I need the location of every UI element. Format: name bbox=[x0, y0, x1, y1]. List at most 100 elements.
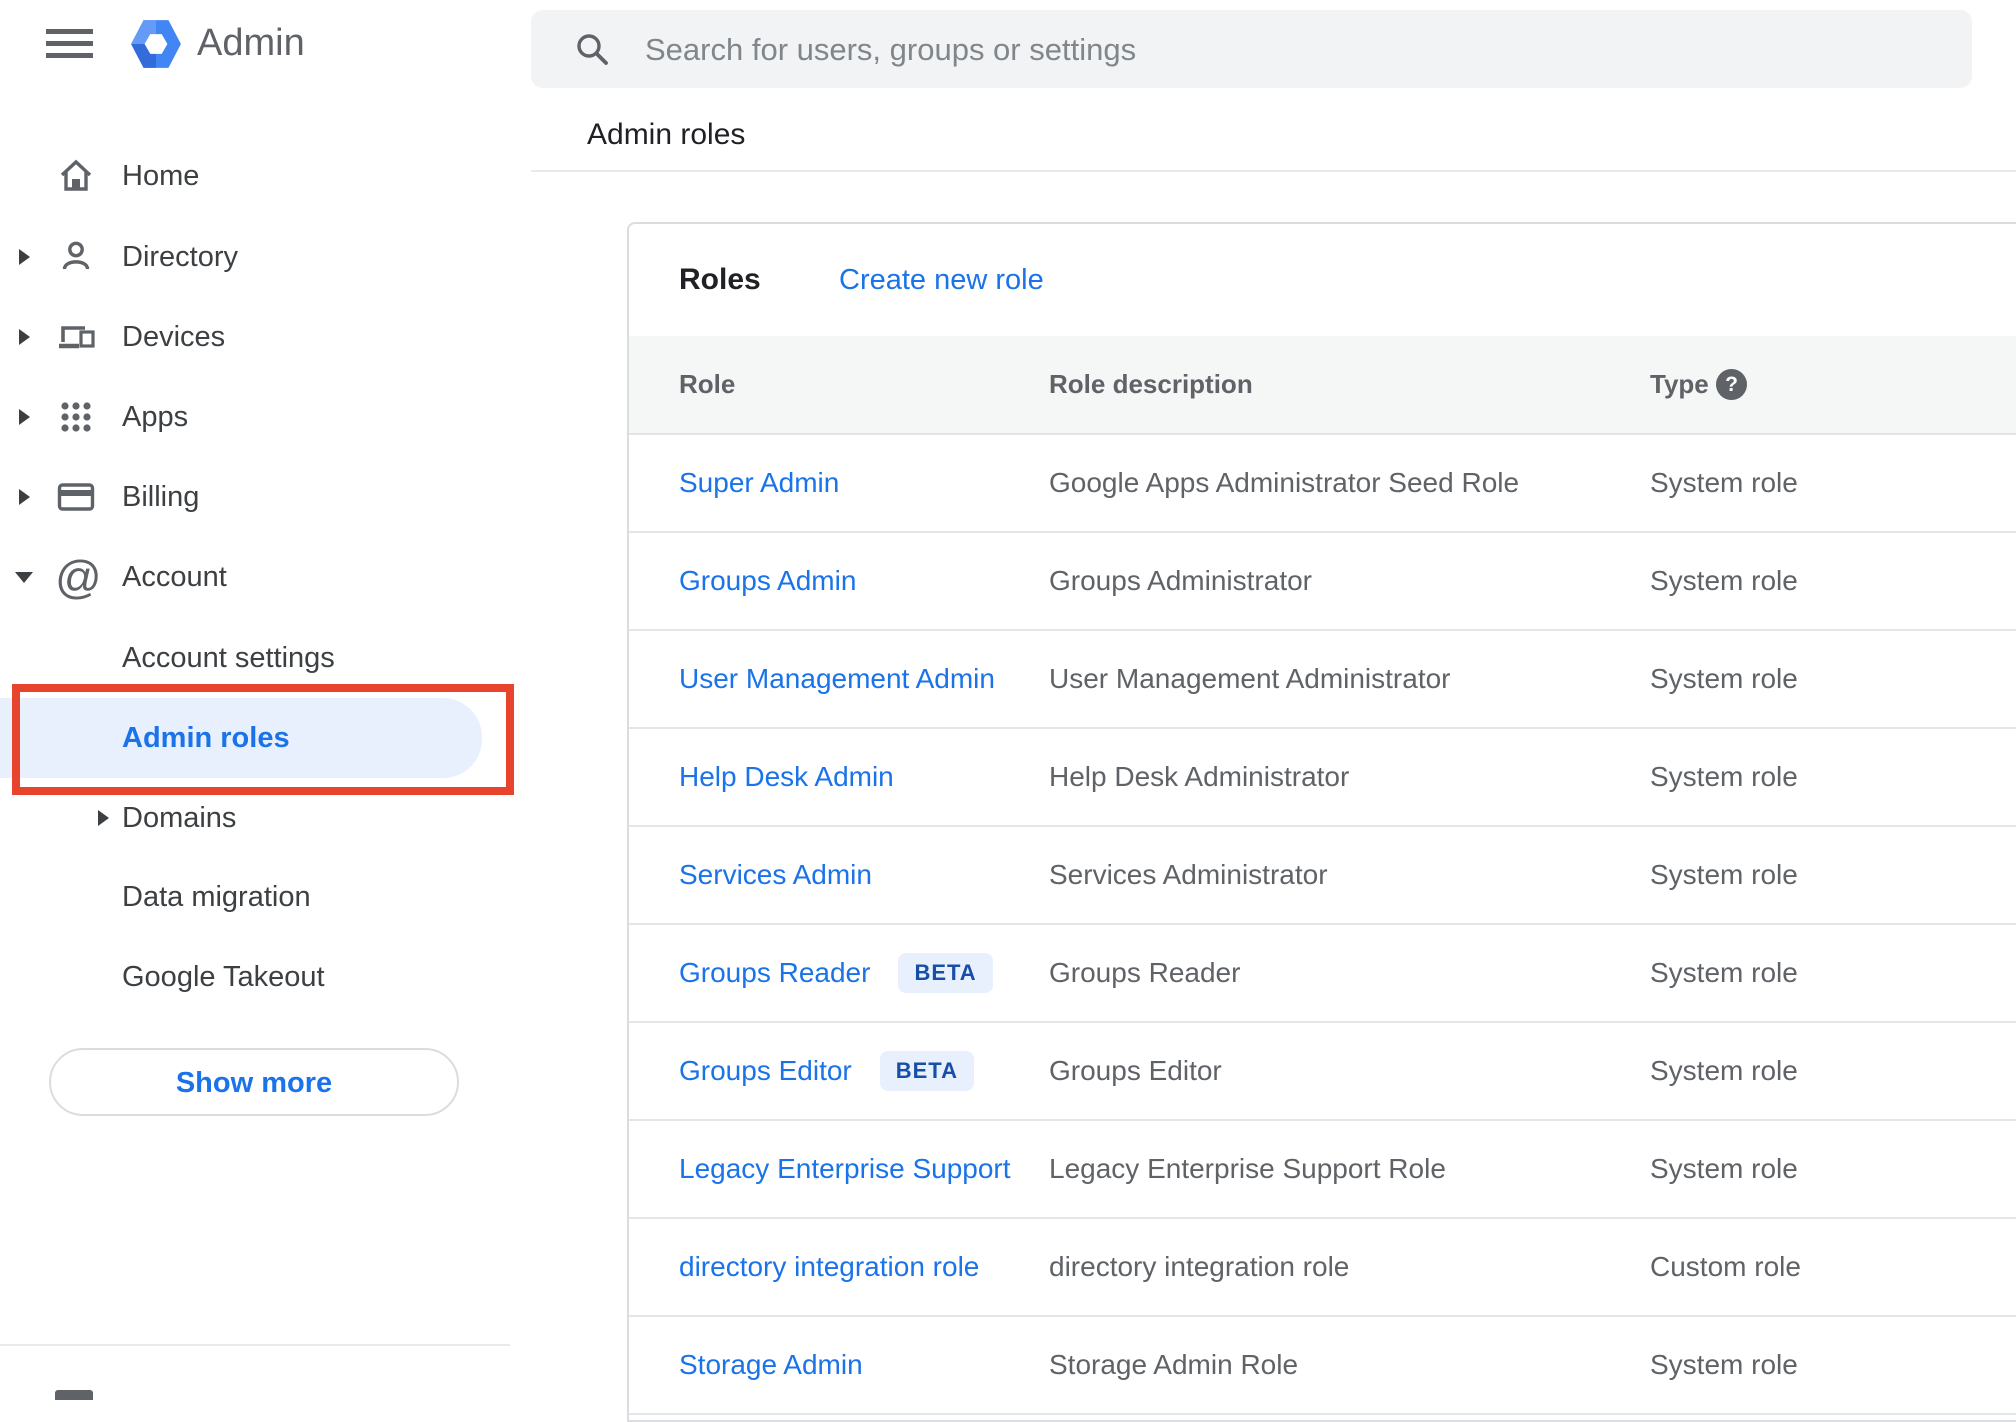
role-type-cell: System role bbox=[1650, 565, 1798, 596]
role-description-cell: Help Desk Administrator bbox=[1049, 761, 1350, 792]
table-row: Services Admin Services Administrator Syst… bbox=[629, 827, 2016, 925]
role-description-cell: Legacy Enterprise Support Role bbox=[1049, 1153, 1446, 1184]
menu-icon[interactable] bbox=[46, 29, 93, 59]
column-header-role: Role bbox=[679, 369, 736, 399]
chevron-right-icon[interactable] bbox=[19, 489, 30, 505]
column-header-type: Type bbox=[1650, 369, 1709, 399]
role-link[interactable]: Help Desk Admin bbox=[679, 761, 894, 793]
role-type-cell: Custom role bbox=[1650, 1251, 1801, 1282]
role-cell: Groups Admin bbox=[679, 565, 856, 597]
role-link[interactable]: User Management Admin bbox=[679, 663, 995, 695]
chevron-right-icon[interactable] bbox=[19, 329, 30, 345]
role-cell: directory integration role bbox=[679, 1251, 979, 1283]
beta-badge: BETA bbox=[879, 1051, 975, 1091]
home-icon bbox=[60, 159, 92, 191]
role-cell: Services Admin bbox=[679, 859, 872, 891]
role-description-cell: Google Apps Administrator Seed Role bbox=[1049, 467, 1520, 498]
sidebar-item-data-migration[interactable]: Data migration bbox=[0, 857, 531, 937]
role-description-cell: Storage Admin Role bbox=[1049, 1349, 1299, 1380]
card-title: Roles bbox=[679, 263, 761, 296]
table-body: Super Admin Google Apps Administrator See… bbox=[629, 435, 2016, 1415]
beta-badge: BETA bbox=[898, 953, 993, 993]
at-sign-icon: @ bbox=[55, 551, 102, 603]
sidebar-item-label: Home bbox=[122, 160, 200, 192]
sidebar-item-home[interactable]: Home bbox=[0, 136, 531, 216]
sidebar-item-account[interactable]: @ Account bbox=[0, 537, 531, 617]
role-description-cell: Groups Reader bbox=[1049, 957, 1241, 988]
role-cell: User Management Admin bbox=[679, 663, 995, 695]
role-link[interactable]: Super Admin bbox=[679, 467, 839, 499]
breadcrumb: Admin roles bbox=[587, 118, 746, 151]
role-description-cell: Services Administrator bbox=[1049, 859, 1328, 890]
table-row: Groups Admin Groups Administrator System r… bbox=[629, 533, 2016, 631]
table-row: Storage Admin Storage Admin Role System ro… bbox=[629, 1317, 2016, 1415]
sidebar-item-label: Data migration bbox=[122, 881, 311, 913]
role-type-cell: System role bbox=[1650, 859, 1798, 890]
role-link[interactable]: Services Admin bbox=[679, 859, 872, 891]
roles-card: Roles Create new role Role Role descript… bbox=[627, 222, 2016, 1422]
sidebar-item-google-takeout[interactable]: Google Takeout bbox=[0, 937, 531, 1017]
role-link[interactable]: Storage Admin bbox=[679, 1349, 863, 1381]
table-header: Role Role description Type ? bbox=[629, 336, 2016, 435]
chevron-down-icon[interactable] bbox=[15, 572, 33, 583]
role-type-cell: System role bbox=[1650, 761, 1798, 792]
app-title: Admin bbox=[197, 22, 305, 64]
sidebar-item-label: Apps bbox=[122, 401, 189, 433]
table-row: directory integration role directory inte… bbox=[629, 1219, 2016, 1317]
role-link[interactable]: Groups Reader bbox=[679, 957, 870, 989]
sidebar-item-devices[interactable]: Devices bbox=[0, 297, 531, 377]
chevron-right-icon[interactable] bbox=[19, 409, 30, 425]
role-description-cell: Groups Editor bbox=[1049, 1055, 1222, 1086]
role-cell: Super Admin bbox=[679, 467, 839, 499]
annotation-box bbox=[12, 684, 514, 795]
search-input[interactable] bbox=[643, 10, 1927, 90]
sidebar-item-label: Billing bbox=[122, 481, 200, 513]
credit-card-icon bbox=[57, 483, 95, 511]
role-cell: Legacy Enterprise Support bbox=[679, 1153, 1011, 1185]
help-icon[interactable]: ? bbox=[1716, 369, 1747, 400]
role-type-cell: System role bbox=[1650, 1055, 1798, 1086]
role-description-cell: Groups Administrator bbox=[1049, 565, 1312, 596]
role-description-cell: User Management Administrator bbox=[1049, 663, 1451, 694]
sidebar-item-directory[interactable]: Directory bbox=[0, 217, 531, 297]
devices-icon bbox=[59, 326, 95, 349]
sidebar-item-label: Directory bbox=[122, 241, 239, 273]
content-divider bbox=[531, 170, 2016, 172]
table-row: Help Desk Admin Help Desk Administrator Sy… bbox=[629, 729, 2016, 827]
chevron-right-icon[interactable] bbox=[98, 810, 109, 826]
table-row: Groups Editor BETA Groups Editor System rol… bbox=[629, 1023, 2016, 1121]
sidebar-item-apps[interactable]: Apps bbox=[0, 377, 531, 457]
card-header: Roles Create new role bbox=[629, 224, 2016, 336]
sidebar-item-label: Account bbox=[122, 561, 227, 593]
clipped-icon bbox=[55, 1390, 93, 1400]
create-new-role-link[interactable]: Create new role bbox=[839, 224, 1044, 336]
role-type-cell: System role bbox=[1650, 1153, 1798, 1184]
chevron-right-icon[interactable] bbox=[19, 249, 30, 265]
person-icon bbox=[62, 241, 90, 270]
sidebar-item-label: Devices bbox=[122, 321, 226, 353]
apps-grid-icon bbox=[61, 402, 91, 432]
table-row: User Management Admin User Management Adm… bbox=[629, 631, 2016, 729]
role-cell: Groups Reader BETA bbox=[679, 953, 993, 993]
column-header-description: Role description bbox=[1049, 369, 1253, 399]
table-row: Legacy Enterprise Support Legacy Enterpri… bbox=[629, 1121, 2016, 1219]
role-link[interactable]: Legacy Enterprise Support bbox=[679, 1153, 1011, 1185]
sidebar-item-label: Google Takeout bbox=[122, 961, 325, 993]
sidebar-item-billing[interactable]: Billing bbox=[0, 457, 531, 537]
role-description-cell: directory integration role bbox=[1049, 1251, 1350, 1282]
admin-logo-icon bbox=[131, 20, 181, 68]
table-row: Super Admin Google Apps Administrator See… bbox=[629, 435, 2016, 533]
show-more-button[interactable]: Show more bbox=[49, 1048, 459, 1116]
role-cell: Groups Editor BETA bbox=[679, 1051, 975, 1091]
role-type-cell: System role bbox=[1650, 1349, 1798, 1380]
search-icon bbox=[577, 34, 608, 65]
role-link[interactable]: directory integration role bbox=[679, 1251, 979, 1283]
table-row: Groups Reader BETA Groups Reader System rol… bbox=[629, 925, 2016, 1023]
role-link[interactable]: Groups Admin bbox=[679, 565, 856, 597]
search-bar[interactable] bbox=[531, 10, 1972, 90]
role-type-cell: System role bbox=[1650, 467, 1798, 498]
role-cell: Help Desk Admin bbox=[679, 761, 894, 793]
role-link[interactable]: Groups Editor bbox=[679, 1055, 852, 1087]
role-type-cell: System role bbox=[1650, 663, 1798, 694]
role-cell: Storage Admin bbox=[679, 1349, 863, 1381]
